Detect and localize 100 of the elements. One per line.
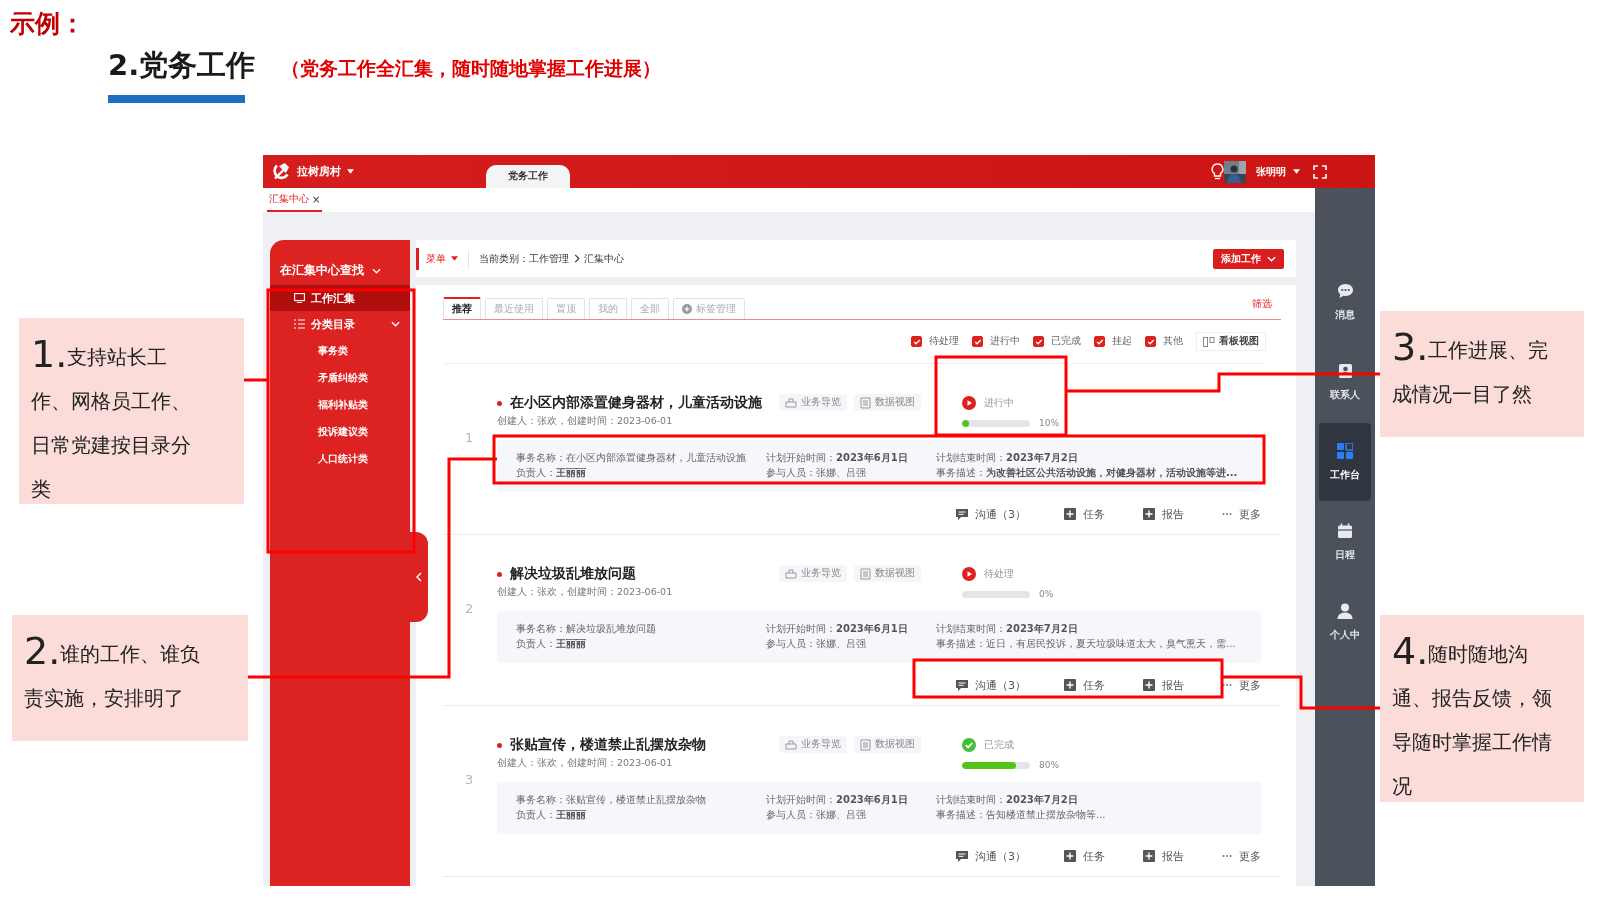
- sidebar-item[interactable]: 分类目录: [270, 311, 410, 337]
- action-button[interactable]: 沟通（3）: [956, 848, 1026, 864]
- chevron-down-icon: [1267, 255, 1276, 262]
- detail-text: 事务名称：在小区内部添置健身器材，儿童活动设施: [516, 451, 747, 465]
- action-button[interactable]: 更多: [1222, 506, 1261, 522]
- document-icon: [860, 396, 871, 409]
- detail-text: 计划结束时间：2023年7月2日: [936, 451, 1079, 465]
- rail-item[interactable]: 消息: [1319, 263, 1371, 341]
- sidebar-subitem[interactable]: 矛盾纠纷类: [270, 364, 410, 391]
- bullet-dot: [497, 742, 502, 748]
- slide-title: 2.党务工作: [108, 47, 256, 84]
- chevron-right-icon: [574, 254, 580, 263]
- chip-button[interactable]: 业务导览: [779, 394, 847, 411]
- grid-icon: [1337, 442, 1353, 459]
- detail-text: 负责人：王丽丽: [516, 808, 587, 822]
- check-circle-icon: [962, 738, 976, 752]
- chip-button[interactable]: 业务导览: [779, 565, 847, 582]
- work-title[interactable]: 在小区内部添置健身器材，儿童活动设施: [510, 394, 762, 412]
- work-title[interactable]: 张贴宣传，楼道禁止乱摆放杂物: [510, 736, 706, 754]
- action-button[interactable]: 更多: [1222, 677, 1261, 693]
- detail-text: 事务名称：张贴宣传，楼道禁止乱摆放杂物: [516, 793, 707, 807]
- work-meta: 创建人：张欢，创建时间：2023-06-01: [497, 757, 674, 770]
- rail-item[interactable]: 日程: [1319, 503, 1371, 581]
- work-title[interactable]: 解决垃圾乱堆放问题: [510, 565, 636, 583]
- action-button[interactable]: 沟通（3）: [956, 506, 1026, 522]
- detail-text: 负责人：王丽丽: [516, 637, 587, 651]
- detail-text: 事务描述：告知楼道禁止摆放杂物等...: [936, 808, 1107, 822]
- village-switcher[interactable]: 拉树房村: [297, 164, 354, 179]
- status-label: 进行中: [984, 396, 1014, 410]
- detail-text: 参与人员：张娜、吕强: [766, 808, 867, 822]
- detail-text: 事务名称：解决垃圾乱堆放问题: [516, 622, 657, 636]
- document-icon: [860, 738, 871, 751]
- action-button[interactable]: 任务: [1064, 677, 1105, 693]
- chip-button[interactable]: 数据视图: [854, 736, 921, 753]
- calendar-icon: [1337, 522, 1353, 539]
- action-button[interactable]: 任务: [1064, 848, 1105, 864]
- ellipsis-icon: [1222, 854, 1232, 858]
- rail-item[interactable]: 个人中: [1319, 583, 1371, 661]
- detail-text: 计划结束时间：2023年7月2日: [936, 793, 1079, 807]
- plus-square-icon: [1064, 850, 1076, 862]
- checkbox[interactable]: [972, 336, 983, 347]
- plus-square-icon: [1064, 508, 1076, 520]
- play-icon: [962, 567, 976, 581]
- checkbox[interactable]: [911, 336, 922, 347]
- slide-label: 示例：: [10, 8, 86, 40]
- sidebar-subitem[interactable]: 投诉建议类: [270, 418, 410, 445]
- sidebar-subitem[interactable]: 福利补贴类: [270, 391, 410, 418]
- work-meta: 创建人：张欢，创建时间：2023-06-01: [497, 586, 674, 599]
- action-button[interactable]: 报告: [1143, 848, 1184, 864]
- action-button[interactable]: 沟通（3）: [956, 677, 1026, 693]
- collapse-handle[interactable]: [410, 532, 428, 622]
- breadcrumb-text: 当前类别：工作管理: [479, 251, 569, 266]
- columns-icon: [1203, 336, 1215, 347]
- sidebar-subitem[interactable]: 人口统计类: [270, 445, 410, 472]
- sidebar-subitem[interactable]: 事务类: [270, 337, 410, 364]
- bullet-dot: [497, 571, 502, 577]
- message-icon: [956, 679, 968, 691]
- tray-icon: [785, 739, 797, 750]
- plus-square-icon: [1143, 508, 1155, 520]
- sidebar-heading[interactable]: 在汇集中心查找: [270, 240, 381, 285]
- chip-button[interactable]: 业务导览: [779, 736, 847, 753]
- detail-text: 负责人：王丽丽: [516, 466, 587, 480]
- chip-button[interactable]: 数据视图: [854, 394, 921, 411]
- chat-icon: [1336, 282, 1354, 299]
- page-tab[interactable]: 汇集中心: [269, 192, 309, 206]
- person-icon: [1337, 602, 1353, 619]
- board-view-button[interactable]: 看板视图: [1196, 332, 1266, 351]
- checkbox[interactable]: [1033, 336, 1044, 347]
- rail-item[interactable]: 联系人: [1319, 343, 1371, 421]
- chip-button[interactable]: 数据视图: [854, 565, 921, 582]
- detail-text: 参与人员：张娜、吕强: [766, 466, 867, 480]
- tray-icon: [785, 397, 797, 408]
- chevron-left-icon: [416, 572, 422, 582]
- play-icon: [962, 396, 976, 410]
- detail-text: 计划开始时间：2023年6月1日: [766, 622, 909, 636]
- list-icon: [294, 319, 305, 329]
- action-button[interactable]: 报告: [1143, 506, 1184, 522]
- row-number: 1: [465, 430, 474, 445]
- list-tab[interactable]: 推荐: [443, 297, 481, 319]
- detail-text: 事务描述：近日，有居民投诉，夏天垃圾味道太大，臭气熏天，需...: [936, 637, 1237, 651]
- add-work-button[interactable]: 添加工作: [1213, 248, 1284, 269]
- plus-square-icon: [1143, 679, 1155, 691]
- checkbox[interactable]: [1145, 336, 1156, 347]
- work-meta: 创建人：张欢，创建时间：2023-06-01: [497, 415, 674, 428]
- action-button[interactable]: 任务: [1064, 506, 1105, 522]
- checkbox-label: 已完成: [1051, 335, 1081, 348]
- caret-icon: [1293, 169, 1300, 174]
- action-button[interactable]: 更多: [1222, 848, 1261, 864]
- module-tab[interactable]: 党务工作: [486, 165, 570, 188]
- close-button[interactable]: ×: [312, 193, 321, 205]
- progress-percent: 10%: [1039, 418, 1059, 428]
- filter-link[interactable]: 筛选: [1252, 297, 1272, 311]
- message-icon: [956, 508, 968, 520]
- document-icon: [860, 567, 871, 580]
- checkbox[interactable]: [1094, 336, 1105, 347]
- user-menu[interactable]: 张明明: [1256, 164, 1300, 179]
- rail-item[interactable]: 工作台: [1319, 423, 1371, 501]
- breadcrumb-link[interactable]: 汇集中心: [584, 251, 624, 266]
- action-button[interactable]: 报告: [1143, 677, 1184, 693]
- monitor-icon: [294, 293, 305, 303]
